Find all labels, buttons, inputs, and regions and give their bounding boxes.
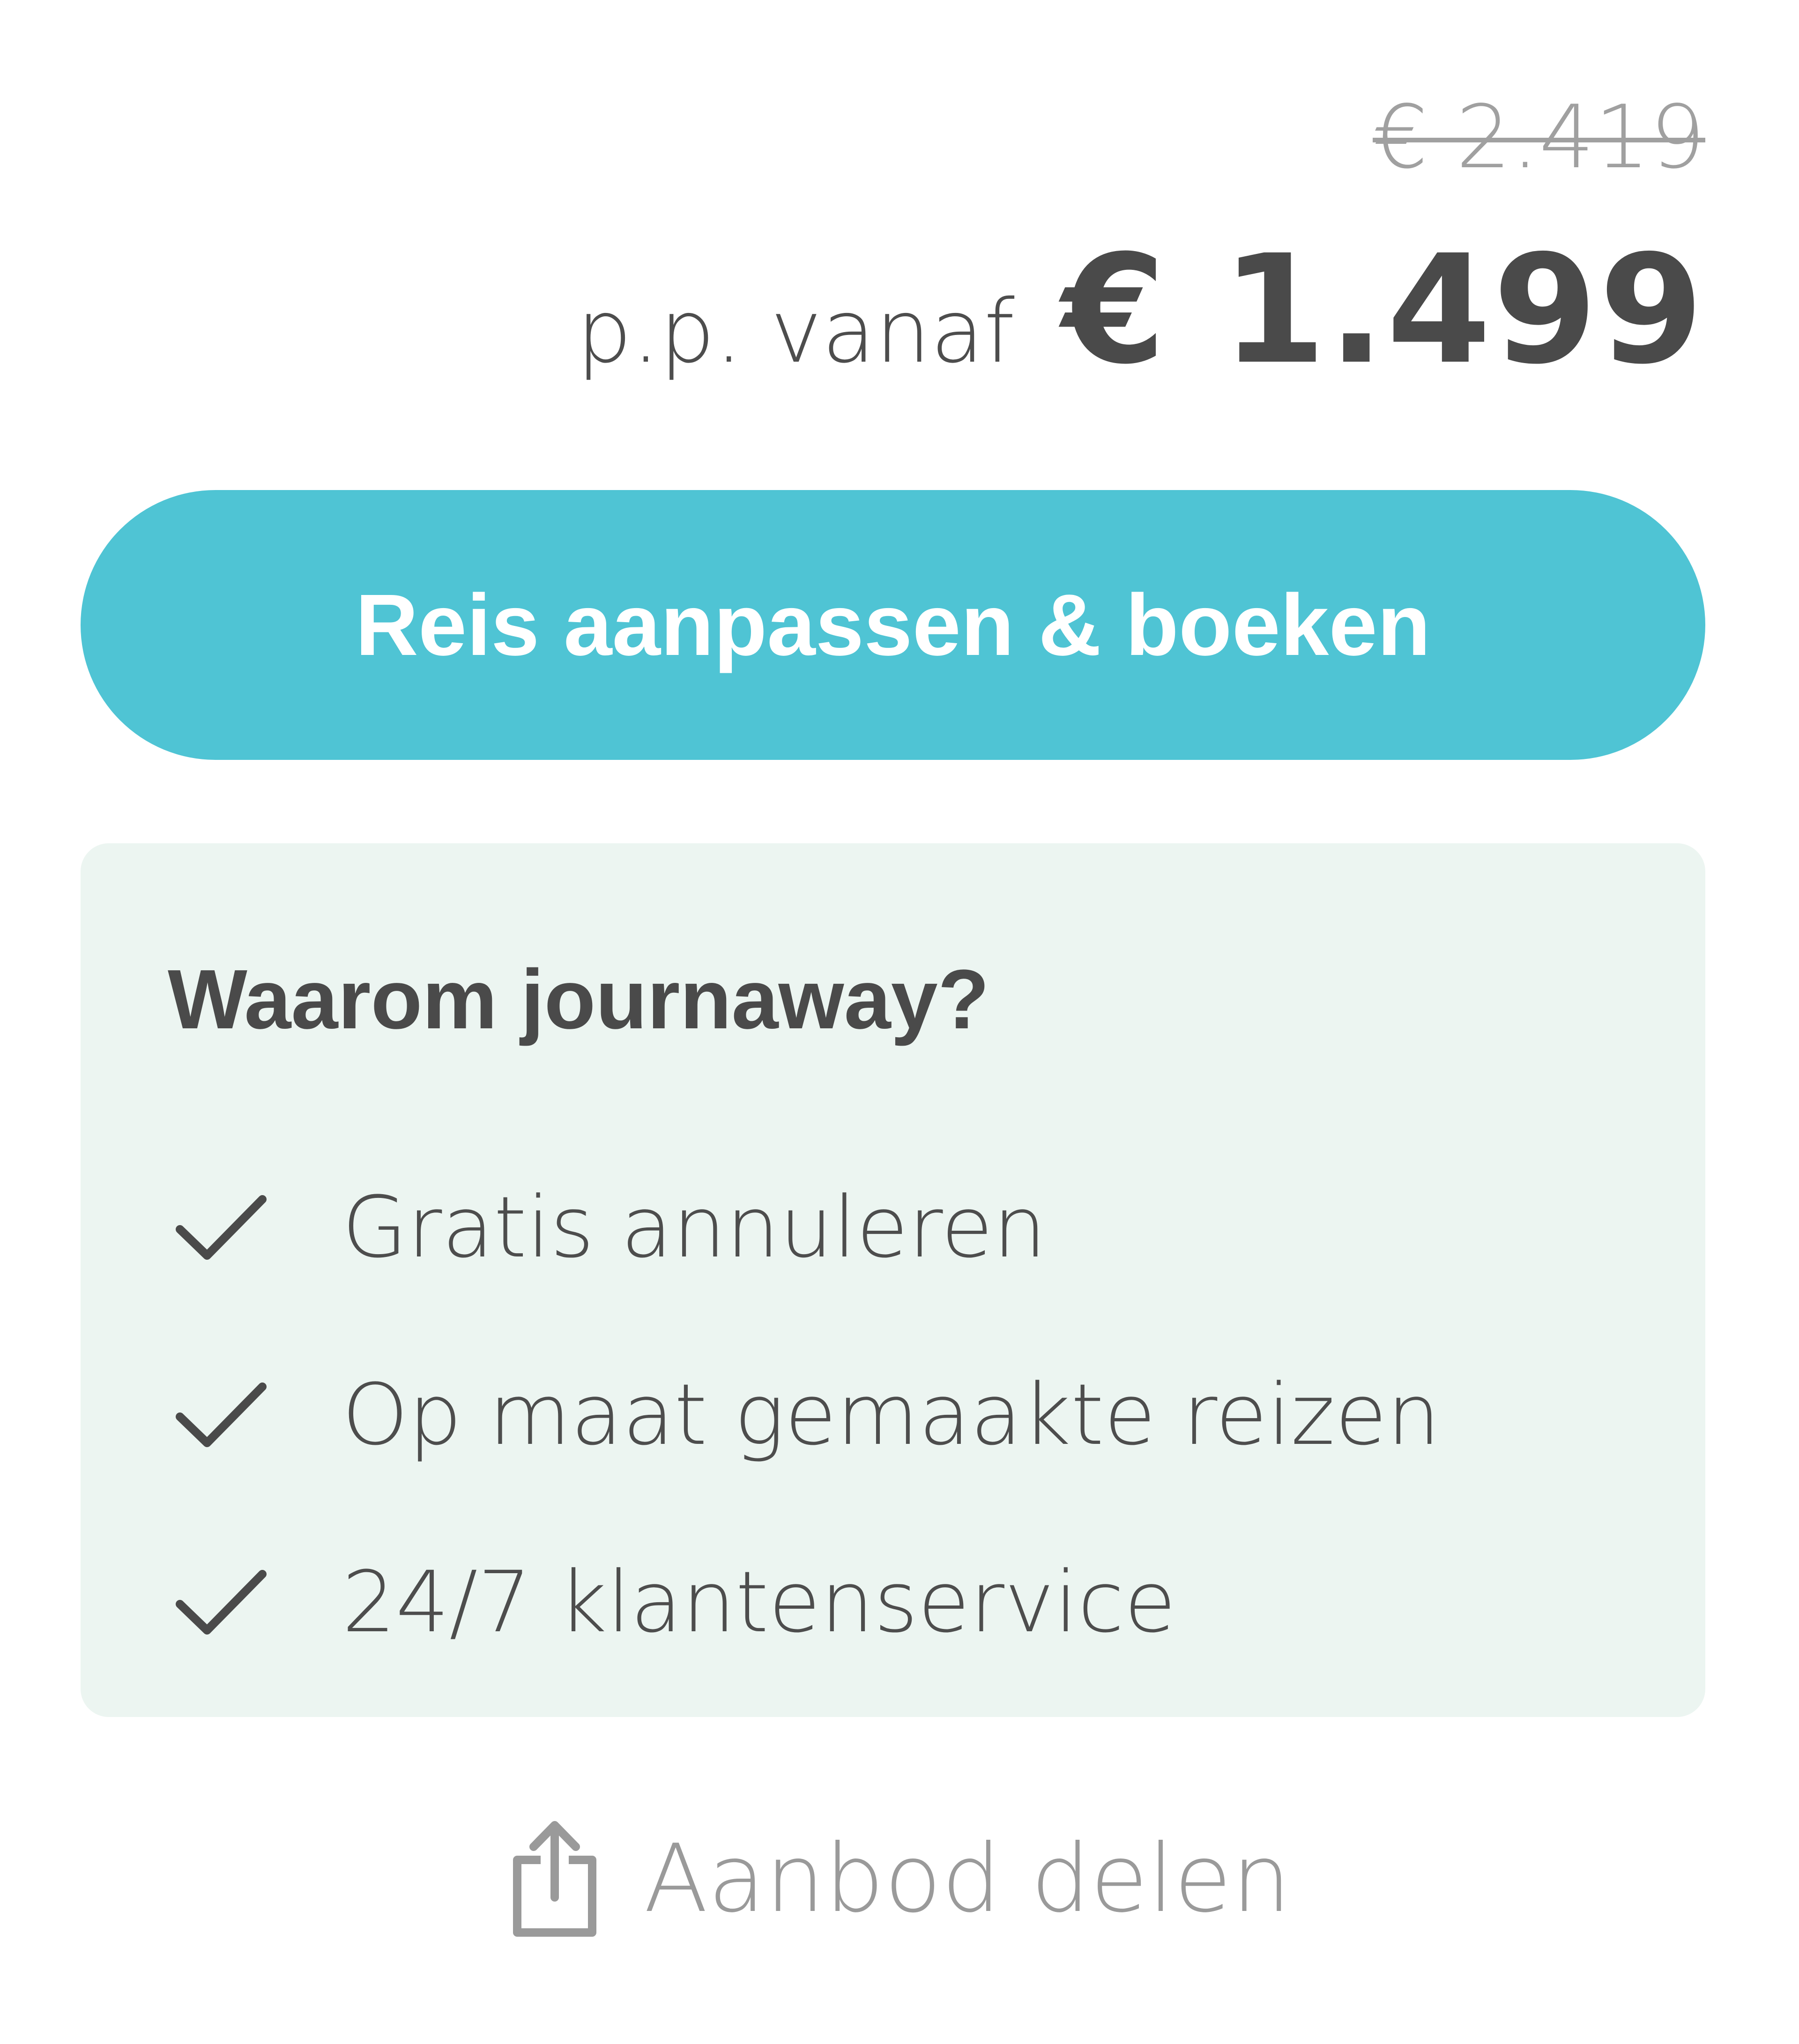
current-price: € 1.499 [1061,223,1705,397]
price-block: € 2.419 p.p. vanaf € 1.499 [81,86,1705,398]
benefits-list: Gratis annuleren Op maat gemaakte reizen… [174,1134,1440,1696]
old-price: € 2.419 [1373,86,1705,188]
checkmark-icon [176,1570,267,1635]
per-person-label: p.p. vanaf [576,281,1015,382]
share-icon [513,1821,597,1937]
benefit-text: Op maat gemaakte reizen [342,1366,1441,1464]
why-box-title: Waarom journaway? [168,952,989,1047]
checkmark-icon [176,1195,267,1260]
benefit-item-free-cancellation: Gratis annuleren [174,1134,1440,1321]
benefit-text: 24/7 klantenservice [342,1553,1176,1651]
price-row: p.p. vanaf € 1.499 [81,223,1705,397]
share-label: Aanbod delen [644,1824,1291,1933]
benefit-item-customer-service: 24/7 klantenservice [174,1509,1440,1696]
share-offer-link[interactable]: Aanbod delen [0,1808,1799,1949]
checkmark-icon [176,1382,267,1447]
book-trip-button[interactable]: Reis aanpassen & boeken [81,490,1705,760]
why-journaway-box: Waarom journaway? Gratis annuleren Op ma… [81,843,1705,1717]
benefit-text: Gratis annuleren [342,1178,1047,1277]
benefit-item-custom-trips: Op maat gemaakte reizen [174,1321,1440,1509]
